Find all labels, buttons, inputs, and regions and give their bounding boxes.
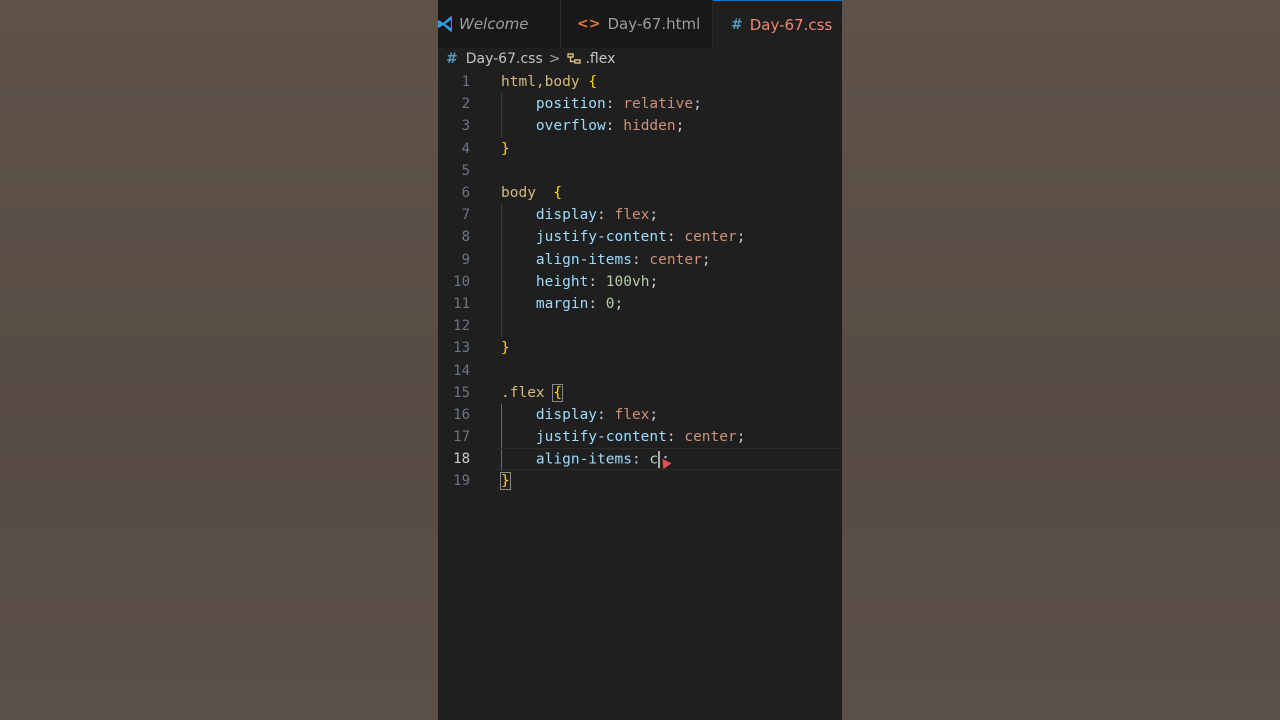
line-number: 19 — [453, 473, 470, 490]
breadcrumb-file[interactable]: Day-67.css — [466, 51, 543, 67]
line-number: 9 — [461, 251, 470, 268]
line-content: } — [501, 140, 510, 157]
tab-label: Welcome — [459, 15, 529, 33]
tab-welcome[interactable]: Welcome — [438, 0, 561, 48]
code-line: 1 html,body { — [438, 71, 842, 93]
vscode-icon — [438, 16, 452, 32]
line-number: 13 — [453, 340, 470, 357]
line-content: body { — [501, 185, 563, 202]
line-number: 16 — [453, 406, 470, 423]
line-content: justify-content: center; — [535, 229, 746, 246]
line-content: justify-content: center; — [535, 429, 746, 446]
tab-day-67-html[interactable]: <> Day-67.html — [561, 0, 713, 48]
line-content: align-items: center; — [535, 251, 711, 268]
css-icon: # — [446, 51, 458, 67]
code-line: 9 align-items: center; — [438, 249, 842, 271]
line-number: 14 — [453, 362, 470, 379]
line-content: display: flex; — [535, 207, 659, 224]
css-icon: # — [731, 16, 743, 33]
line-content: overflow: hidden; — [535, 118, 685, 135]
background-right — [842, 0, 1280, 720]
code-line: 6 body { — [438, 182, 842, 204]
tab-label: Day-67.css — [749, 15, 833, 34]
line-number: 18 — [453, 451, 470, 468]
selector-symbol-icon — [567, 53, 582, 64]
line-number: 11 — [453, 295, 470, 312]
line-number: 6 — [461, 185, 470, 202]
tab-label: Day-67.html — [607, 15, 701, 33]
editor-tab-bar: Welcome <> Day-67.html # Day-67.css 1 — [438, 0, 842, 48]
line-number: 2 — [461, 96, 470, 113]
line-content: display: flex; — [535, 406, 659, 423]
line-number: 12 — [453, 318, 470, 335]
line-content: margin: 0; — [535, 295, 624, 312]
line-number: 17 — [453, 429, 470, 446]
code-area[interactable]: 1 html,body { 2 position: relative; 3 ov… — [438, 71, 842, 493]
code-line: 12 — [438, 315, 842, 337]
breadcrumb: # Day-67.css > .flex — [438, 48, 842, 70]
line-content: .flex { — [501, 383, 564, 402]
breadcrumb-symbol[interactable]: .flex — [585, 51, 615, 67]
line-number: 10 — [453, 273, 470, 290]
code-editor-window: Welcome <> Day-67.html # Day-67.css 1 # … — [438, 0, 842, 720]
code-line: 17 justify-content: center; — [438, 426, 842, 448]
line-number: 7 — [461, 207, 470, 224]
line-number: 5 — [461, 162, 470, 179]
code-line-current: 18 align-items: c; — [438, 448, 842, 471]
html-icon: <> — [577, 16, 601, 32]
line-content: html,body { — [501, 74, 598, 91]
code-line: 5 — [438, 160, 842, 182]
tab-day-67-css[interactable]: # Day-67.css 1 — [713, 0, 842, 48]
code-line: 10 height: 100vh; — [438, 271, 842, 293]
line-number: 15 — [453, 384, 470, 401]
code-line: 13 } — [438, 337, 842, 359]
code-line: 3 overflow: hidden; — [438, 115, 842, 137]
line-number: 8 — [461, 229, 470, 246]
code-line: 14 — [438, 359, 842, 381]
code-line: 4 } — [438, 138, 842, 160]
line-content: position: relative; — [535, 96, 702, 113]
code-line: 2 position: relative; — [438, 93, 842, 115]
line-content: } — [500, 472, 511, 491]
line-content: align-items: c; — [535, 450, 670, 468]
line-number: 3 — [461, 118, 470, 135]
line-number: 1 — [461, 74, 470, 91]
code-line: 16 display: flex; — [438, 404, 842, 426]
code-line: 11 margin: 0; — [438, 293, 842, 315]
code-line: 7 display: flex; — [438, 204, 842, 226]
chevron-right-icon: > — [548, 51, 561, 67]
line-content: } — [501, 340, 510, 357]
background-left — [0, 0, 438, 720]
code-line: 15 .flex { — [438, 382, 842, 404]
line-content: height: 100vh; — [535, 273, 659, 290]
problem-count-badge: 1 — [840, 16, 842, 34]
code-line: 8 justify-content: center; — [438, 226, 842, 248]
line-number: 4 — [461, 140, 470, 157]
code-line: 19 } — [438, 470, 842, 492]
